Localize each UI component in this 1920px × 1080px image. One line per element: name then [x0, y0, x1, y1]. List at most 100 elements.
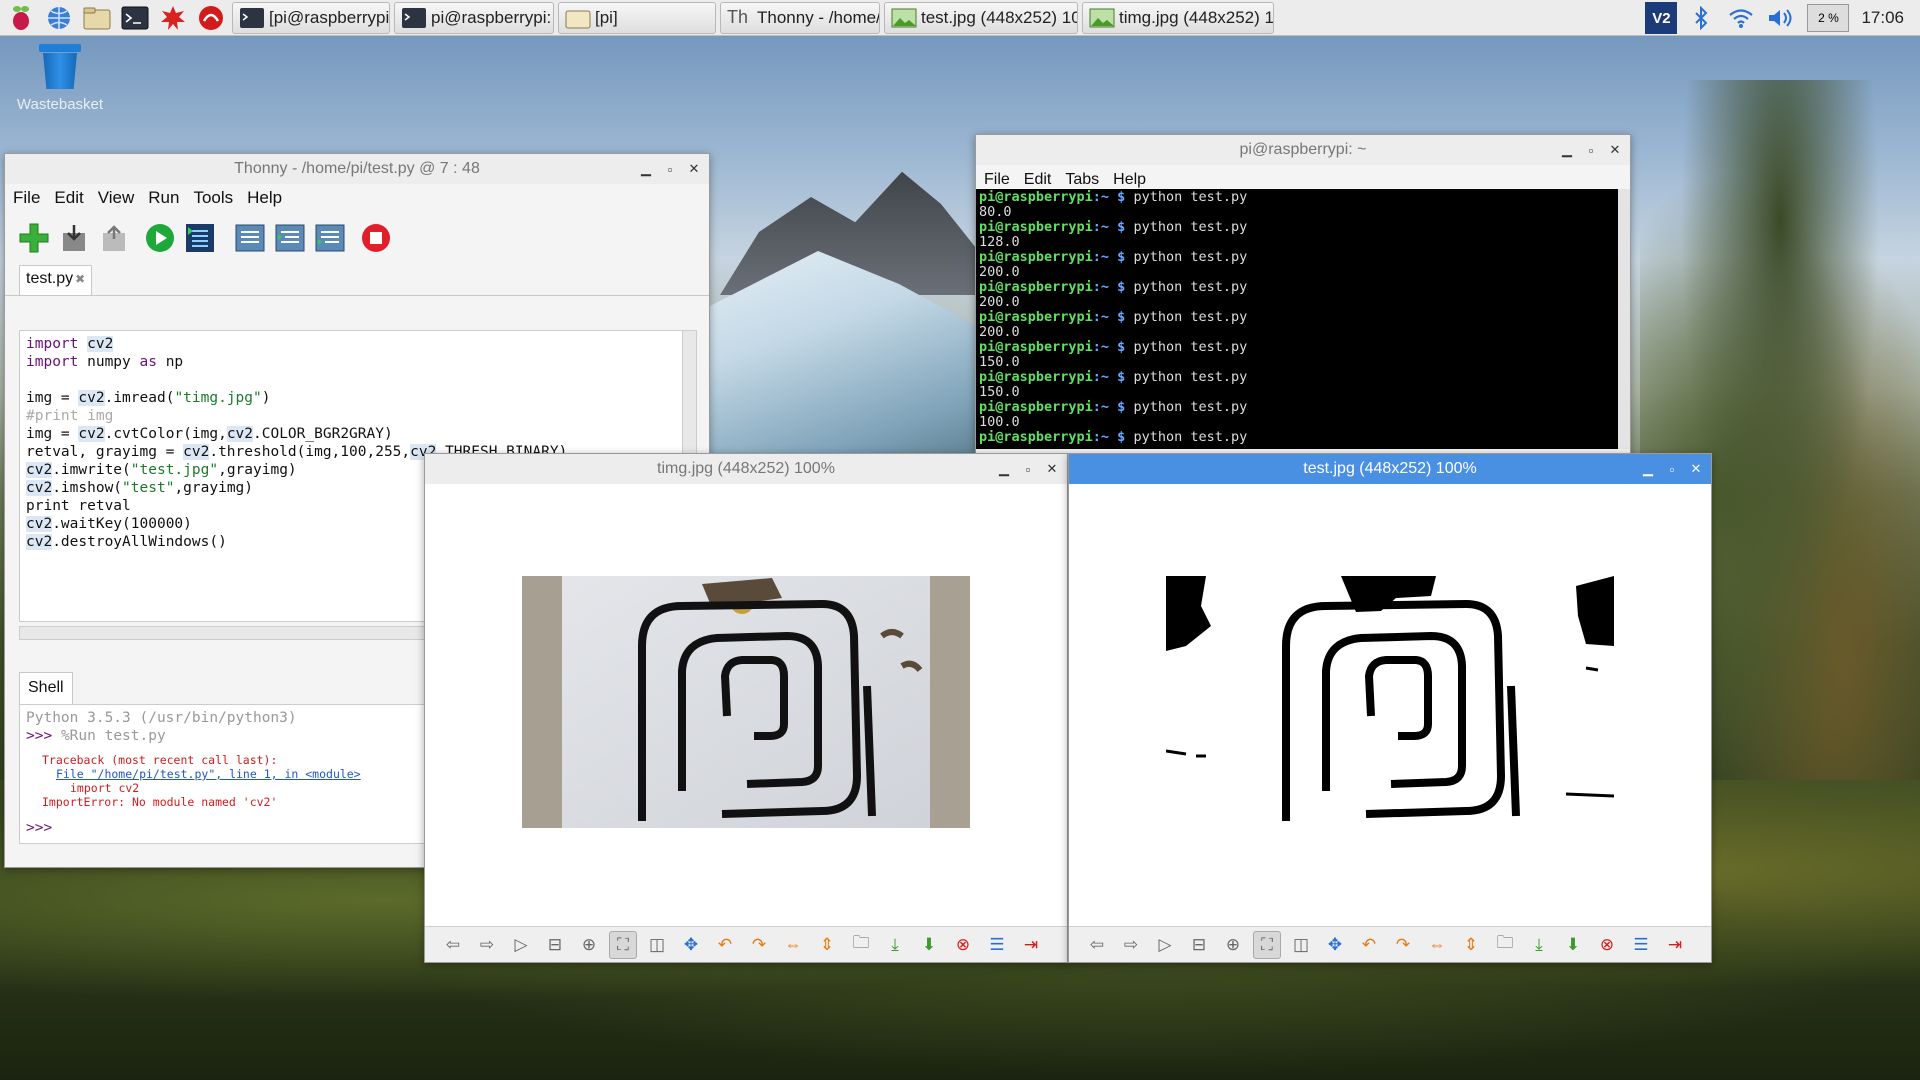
menu-file[interactable]: File — [13, 188, 40, 208]
task-terminal-1[interactable]: [pi@raspberrypi: ~] — [232, 1, 390, 34]
fullscreen-icon[interactable]: ✥ — [677, 931, 705, 959]
terminal-output[interactable]: pi@raspberrypi:~ $ python test.py 80.0 pi@… — [976, 189, 1624, 449]
minimize-button[interactable]: ▁ — [1641, 461, 1655, 477]
rotate-right-icon[interactable]: ↷ — [745, 931, 773, 959]
task-test-jpg[interactable]: test.jpg (448x252) 10... — [884, 1, 1078, 34]
zoom-out-icon[interactable]: ⊟ — [541, 931, 569, 959]
maximize-button[interactable]: ▫ — [1584, 143, 1598, 158]
save-as-icon[interactable]: ⬇ — [1559, 931, 1587, 959]
menu-run[interactable]: Run — [148, 188, 179, 208]
zoom-fit-icon[interactable]: ⛶ — [1253, 930, 1281, 959]
task-terminal-2[interactable]: pi@raspberrypi: ~ — [394, 1, 554, 34]
step-over-button[interactable] — [233, 221, 267, 255]
next-image-icon[interactable]: ⇨ — [473, 931, 501, 959]
next-image-icon[interactable]: ⇨ — [1117, 931, 1145, 959]
step-out-button[interactable] — [313, 221, 347, 255]
flip-horizontal-icon[interactable]: ⇔ — [779, 931, 807, 959]
close-button[interactable]: ✕ — [1689, 461, 1703, 477]
close-button[interactable]: ✕ — [1045, 461, 1059, 477]
save-file-button[interactable] — [97, 221, 131, 255]
menu-tabs[interactable]: Tabs — [1065, 171, 1099, 189]
menu-help[interactable]: Help — [247, 188, 282, 208]
previous-image-icon[interactable]: ⇦ — [439, 931, 467, 959]
open-folder-icon[interactable]: 🗀 — [1491, 931, 1519, 959]
flip-vertical-icon[interactable]: ⇕ — [813, 931, 841, 959]
flip-horizontal-icon[interactable]: ⇔ — [1423, 931, 1451, 959]
volume-icon[interactable] — [1765, 2, 1797, 34]
command-output: 150.0 — [979, 384, 1020, 400]
slideshow-icon[interactable]: ▷ — [1151, 931, 1179, 959]
zoom-fit-icon[interactable]: ⛶ — [609, 930, 637, 959]
web-browser-icon[interactable] — [42, 3, 76, 33]
minimize-button[interactable]: ▁ — [639, 161, 653, 177]
rotate-right-icon[interactable]: ↷ — [1389, 931, 1417, 959]
terminal-scrollbar[interactable] — [1618, 189, 1630, 449]
menu-tools[interactable]: Tools — [193, 188, 233, 208]
terminal-launcher-icon[interactable] — [118, 3, 152, 33]
step-into-button[interactable] — [273, 221, 307, 255]
prompt-path: :~ $ — [1092, 369, 1126, 385]
raspberry-menu-icon[interactable] — [4, 3, 38, 33]
preferences-icon[interactable]: ☰ — [983, 931, 1011, 959]
fullscreen-icon[interactable]: ✥ — [1321, 931, 1349, 959]
debug-button[interactable] — [183, 221, 217, 255]
menu-edit[interactable]: Edit — [1024, 171, 1052, 189]
minimize-button[interactable]: ▁ — [1560, 142, 1574, 158]
viewer-toolbar: ⇦ ⇨ ▷ ⊟ ⊕ ⛶ ◫ ✥ ↶ ↷ ⇔ ⇕ 🗀 ⤓ ⬇ ⊗ ☰ ⇥ — [1069, 926, 1711, 962]
wolfram-icon[interactable] — [194, 3, 228, 33]
command-text: python test.py — [1125, 219, 1248, 235]
maximize-button[interactable]: ▫ — [1021, 462, 1035, 477]
quit-icon[interactable]: ⇥ — [1661, 931, 1689, 959]
viewer-titlebar[interactable]: timg.jpg (448x252) 100% ▁ ▫ ✕ — [425, 454, 1067, 484]
rotate-left-icon[interactable]: ↶ — [1355, 931, 1383, 959]
terminal-titlebar[interactable]: pi@raspberrypi: ~ ▁ ▫ ✕ — [976, 135, 1630, 165]
menu-help[interactable]: Help — [1113, 171, 1146, 189]
zoom-in-icon[interactable]: ⊕ — [575, 931, 603, 959]
original-size-icon[interactable]: ◫ — [643, 931, 671, 959]
delete-icon[interactable]: ⊗ — [949, 931, 977, 959]
wastebasket-desktop-icon[interactable]: Wastebasket — [14, 44, 106, 113]
tab-shell[interactable]: Shell — [19, 672, 73, 704]
minimize-button[interactable]: ▁ — [997, 461, 1011, 477]
vnc-icon[interactable]: V2 — [1645, 2, 1678, 34]
task-file-manager[interactable]: [pi] — [558, 1, 716, 34]
rotate-left-icon[interactable]: ↶ — [711, 931, 739, 959]
math-app-icon[interactable] — [156, 3, 190, 33]
task-thonny[interactable]: Th Thonny - /home/pi/t... — [720, 1, 880, 34]
quit-icon[interactable]: ⇥ — [1017, 931, 1045, 959]
tab-test-py[interactable]: test.py ✖ — [19, 265, 93, 295]
run-button[interactable] — [143, 221, 177, 255]
close-button[interactable]: ✕ — [1608, 142, 1622, 158]
zoom-out-icon[interactable]: ⊟ — [1185, 931, 1213, 959]
thonny-titlebar[interactable]: Thonny - /home/pi/test.py @ 7 : 48 ▁ ▫ ✕ — [5, 154, 709, 184]
close-tab-icon[interactable]: ✖ — [75, 272, 85, 286]
bluetooth-icon[interactable] — [1685, 2, 1717, 34]
stop-button[interactable] — [359, 221, 393, 255]
save-icon[interactable]: ⤓ — [1525, 931, 1553, 959]
file-manager-icon[interactable] — [80, 3, 114, 33]
viewer-titlebar[interactable]: test.jpg (448x252) 100% ▁ ▫ ✕ — [1069, 454, 1711, 484]
maximize-button[interactable]: ▫ — [1665, 462, 1679, 477]
menu-view[interactable]: View — [98, 188, 135, 208]
close-button[interactable]: ✕ — [687, 161, 701, 177]
previous-image-icon[interactable]: ⇦ — [1083, 931, 1111, 959]
task-timg-jpg[interactable]: timg.jpg (448x252) 1... — [1082, 1, 1274, 34]
maximize-button[interactable]: ▫ — [663, 162, 677, 177]
terminal-prompt-line: pi@raspberrypi:~ $ python test.py — [979, 190, 1621, 205]
open-file-button[interactable] — [57, 221, 91, 255]
save-as-icon[interactable]: ⬇ — [915, 931, 943, 959]
save-icon[interactable]: ⤓ — [881, 931, 909, 959]
original-size-icon[interactable]: ◫ — [1287, 931, 1315, 959]
delete-icon[interactable]: ⊗ — [1593, 931, 1621, 959]
menu-edit[interactable]: Edit — [54, 188, 83, 208]
new-file-button[interactable] — [17, 221, 51, 255]
cpu-monitor[interactable]: 2 % — [1807, 4, 1850, 32]
wifi-icon[interactable] — [1725, 2, 1757, 34]
zoom-in-icon[interactable]: ⊕ — [1219, 931, 1247, 959]
slideshow-icon[interactable]: ▷ — [507, 931, 535, 959]
preferences-icon[interactable]: ☰ — [1627, 931, 1655, 959]
menu-file[interactable]: File — [984, 171, 1010, 189]
flip-vertical-icon[interactable]: ⇕ — [1457, 931, 1485, 959]
clock[interactable]: 17:06 — [1861, 8, 1904, 28]
open-folder-icon[interactable]: 🗀 — [847, 931, 875, 959]
